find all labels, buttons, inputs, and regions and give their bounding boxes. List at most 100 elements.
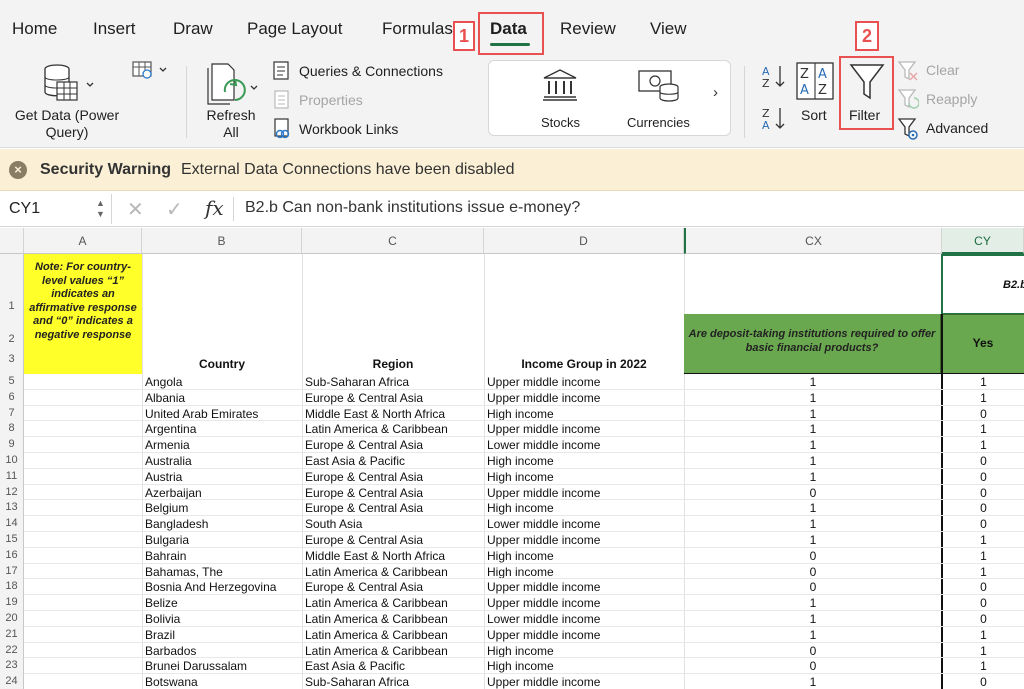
cell-a[interactable] [24, 579, 142, 595]
bank-icon[interactable] [541, 68, 579, 102]
cell-income[interactable]: Upper middle income [487, 422, 683, 437]
advanced-button[interactable]: Advanced [926, 120, 988, 136]
cell-region[interactable]: Europe & Central Asia [305, 391, 483, 406]
row-header[interactable]: 24 [0, 674, 24, 689]
cell-a[interactable] [24, 532, 142, 548]
refresh-icon[interactable] [204, 62, 264, 108]
cell-region[interactable]: Middle East & North Africa [305, 549, 483, 564]
workbook-links-button[interactable]: Workbook Links [299, 121, 398, 137]
cell-country[interactable]: Angola [145, 375, 300, 390]
cell-region[interactable]: Sub-Saharan Africa [305, 675, 483, 689]
cell-cx[interactable]: 1 [684, 501, 942, 516]
cell-country[interactable]: Brunei Darussalam [145, 659, 300, 674]
tab-formulas[interactable]: Formulas [382, 19, 453, 39]
cell-country[interactable]: Bolivia [145, 612, 300, 627]
clear-filter-icon[interactable] [897, 60, 919, 82]
cell-country[interactable]: Azerbaijan [145, 486, 300, 501]
cell-cy[interactable]: 0 [943, 612, 1024, 627]
close-circle-icon[interactable]: × [9, 161, 27, 179]
cell-cy[interactable]: 1 [943, 659, 1024, 674]
confirm-formula-icon[interactable]: ✓ [166, 197, 183, 222]
cell-cy[interactable]: 1 [943, 422, 1024, 437]
column-header-d[interactable]: D [484, 228, 684, 254]
cy-answer-cell[interactable]: Yes [942, 314, 1024, 373]
column-header-a[interactable]: A [24, 228, 142, 254]
row-header[interactable]: 19 [0, 595, 24, 611]
column-header-b[interactable]: B [142, 228, 302, 254]
cell-country[interactable]: Belgium [145, 501, 300, 516]
name-box-value[interactable]: CY1 [9, 200, 40, 218]
cell-region[interactable]: Europe & Central Asia [305, 438, 483, 453]
refresh-all-label[interactable]: Refresh All [198, 107, 264, 141]
cell-income[interactable]: High income [487, 454, 683, 469]
reapply-icon[interactable] [897, 88, 920, 110]
tab-page-layout[interactable]: Page Layout [247, 19, 342, 39]
filter-button[interactable]: Filter [849, 107, 880, 123]
cell-region[interactable]: Europe & Central Asia [305, 533, 483, 548]
cell-country[interactable]: Belize [145, 596, 300, 611]
cell-region[interactable]: Latin America & Caribbean [305, 644, 483, 659]
cell-income[interactable]: Upper middle income [487, 596, 683, 611]
cell-cx[interactable]: 1 [684, 533, 942, 548]
cell-income[interactable]: High income [487, 470, 683, 485]
cell-cy[interactable]: 0 [943, 470, 1024, 485]
name-box[interactable]: CY1 ▲ ▼ [0, 194, 112, 224]
cell-a[interactable] [24, 421, 142, 437]
cell-a[interactable] [24, 500, 142, 516]
cell-country[interactable]: Brazil [145, 628, 300, 643]
cell-region[interactable]: East Asia & Pacific [305, 454, 483, 469]
cell-country[interactable]: Austria [145, 470, 300, 485]
cell-cx[interactable]: 0 [684, 580, 942, 595]
cell-income[interactable]: Upper middle income [487, 628, 683, 643]
properties-button[interactable]: Properties [299, 92, 363, 108]
cell-cx[interactable]: 1 [684, 438, 942, 453]
currencies-button[interactable]: Currencies [627, 115, 690, 130]
row-header[interactable]: 15 [0, 532, 24, 548]
cell-cx[interactable]: 1 [684, 391, 942, 406]
cell-country[interactable]: Bahamas, The [145, 565, 300, 580]
row-header[interactable]: 6 [0, 389, 24, 406]
filter-funnel-icon[interactable] [848, 62, 886, 102]
cell-a[interactable] [24, 643, 142, 659]
row-header[interactable]: 10 [0, 453, 24, 469]
row-header[interactable]: 5 [0, 374, 24, 390]
cell-income[interactable]: Lower middle income [487, 517, 683, 532]
cell-cx[interactable]: 1 [684, 612, 942, 627]
cell-country[interactable]: Bahrain [145, 549, 300, 564]
note-cell[interactable]: Note: For country-level values “1” indic… [24, 254, 142, 374]
tab-draw[interactable]: Draw [173, 19, 213, 39]
cell-region[interactable]: Europe & Central Asia [305, 486, 483, 501]
cell-cy[interactable]: 0 [943, 596, 1024, 611]
cell-cx[interactable]: 1 [684, 470, 942, 485]
row-header[interactable]: 14 [0, 516, 24, 532]
cell-a[interactable] [24, 611, 142, 627]
cell-income[interactable]: Lower middle income [487, 612, 683, 627]
cell-a[interactable] [24, 674, 142, 689]
queries-connections-button[interactable]: Queries & Connections [299, 63, 443, 79]
row-header[interactable]: 16 [0, 547, 24, 564]
stocks-button[interactable]: Stocks [541, 115, 580, 130]
column-header-c[interactable]: C [302, 228, 484, 254]
cell-cy[interactable]: 0 [943, 454, 1024, 469]
cell-income[interactable]: Upper middle income [487, 486, 683, 501]
cell-region[interactable]: Europe & Central Asia [305, 470, 483, 485]
cell-a[interactable] [24, 658, 142, 674]
cell-cy[interactable]: 1 [943, 438, 1024, 453]
row-header[interactable]: 11 [0, 468, 24, 485]
cell-a[interactable] [24, 627, 142, 643]
sort-dialog-icon[interactable]: Z A A Z [796, 62, 834, 100]
cell-region[interactable]: Latin America & Caribbean [305, 628, 483, 643]
cell-region[interactable]: Europe & Central Asia [305, 580, 483, 595]
header-region[interactable]: Region [302, 357, 484, 371]
cell-region[interactable]: Latin America & Caribbean [305, 422, 483, 437]
cell-a[interactable] [24, 485, 142, 501]
reapply-button[interactable]: Reapply [926, 91, 977, 107]
cell-region[interactable]: Latin America & Caribbean [305, 565, 483, 580]
cell-income[interactable]: High income [487, 407, 683, 422]
currency-icon[interactable] [637, 68, 681, 102]
name-box-stepper-icon[interactable]: ▲ ▼ [96, 198, 105, 220]
cell-a[interactable] [24, 564, 142, 580]
formula-input[interactable]: B2.b Can non-bank institutions issue e-m… [245, 199, 580, 217]
cell-income[interactable]: Upper middle income [487, 391, 683, 406]
cell-country[interactable]: United Arab Emirates [145, 407, 300, 422]
